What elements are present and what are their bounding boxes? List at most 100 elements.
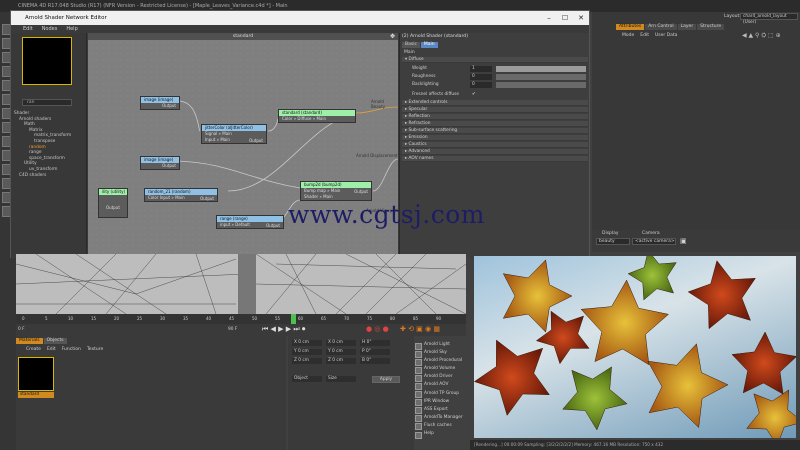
arnold-menu-item[interactable]: Help — [414, 430, 472, 439]
arnold-menu-item[interactable]: Arnold Procedural — [414, 357, 472, 366]
timeline-tick-label: 90 — [436, 316, 442, 321]
tree-item[interactable]: C4D shaders — [14, 173, 86, 179]
fresnel-checkbox[interactable]: ✔ — [472, 91, 476, 98]
section-extended-controls[interactable]: ▸ Extended controls — [402, 100, 588, 106]
arnold-menu-item[interactable]: Arnold Volume — [414, 365, 472, 374]
section-aov-names[interactable]: ▸ AOV names — [402, 156, 588, 162]
tab-structure[interactable]: Structure — [697, 24, 725, 30]
node-standard[interactable]: standard (standard) Color » Diffuse » Ma… — [278, 109, 356, 123]
node-utility[interactable]: ility (utility) Output — [98, 188, 128, 218]
coord-row-y[interactable]: Y 0 cm Y 0 cm P 0° — [292, 349, 394, 355]
close-button[interactable]: ✕ — [573, 11, 589, 25]
display-label: Display — [602, 231, 619, 236]
timeline-tick-label: 10 — [68, 316, 74, 321]
material-label[interactable]: standard — [18, 392, 54, 398]
record-icons[interactable]: ● ◎ ● — [366, 325, 389, 333]
menu-user-data[interactable]: User Data — [655, 33, 677, 38]
section-refraction[interactable]: ▸ Refraction — [402, 121, 588, 127]
arnold-menu-item[interactable]: ArnoldTo Manager — [414, 414, 472, 423]
menu-function[interactable]: Function — [62, 347, 81, 352]
timeline-tick-label: 65 — [321, 316, 327, 321]
menu-mode[interactable]: Mode — [622, 33, 634, 38]
node-random[interactable]: random_21 (random) Color Input » Main Ou… — [144, 188, 218, 202]
display-select[interactable]: beauty — [596, 238, 630, 245]
timeline-tick-label: 40 — [206, 316, 212, 321]
timeline-tick-label: 75 — [367, 316, 373, 321]
timeline-tick-label: 0 — [22, 316, 25, 321]
section-caustics[interactable]: ▸ Caustics — [402, 142, 588, 148]
watermark: www.cgtsj.com — [288, 200, 486, 229]
node-bump2d[interactable]: bump2d (bump2d) Bump map » Main Shader »… — [300, 181, 372, 201]
arnold-menu-item[interactable]: Arnold Light — [414, 341, 472, 350]
arnold-menu-item[interactable]: Flush caches — [414, 422, 472, 431]
menu-help[interactable]: Help — [66, 26, 77, 32]
section-specular[interactable]: ▸ Specular — [402, 107, 588, 113]
minimize-button[interactable]: – — [541, 11, 557, 25]
arnold-menu-item[interactable]: Arnold TP Group — [414, 390, 472, 399]
section-reflection[interactable]: ▸ Reflection — [402, 114, 588, 120]
attribute-nav-icons[interactable]: ◀ ▲ ⚲ ⛭ ⬚ ⊕ — [742, 32, 781, 40]
prop-roughness[interactable]: Roughness 0 — [402, 73, 588, 80]
timeline-tick-label: 85 — [413, 316, 419, 321]
shader-tree: Shader Arnold shaders Math Matrix matrix_tra… — [14, 111, 86, 178]
section-sub-surface-scattering[interactable]: ▸ Sub-surface scattering — [402, 128, 588, 134]
menu-edit[interactable]: Edit — [23, 26, 33, 32]
arnold-menu-item[interactable]: Arnold Sky — [414, 349, 472, 358]
node-jitter-color[interactable]: jitterColor (alJitterColor) Signal » Mai… — [201, 124, 267, 144]
layout-select[interactable]: char4_arnold_layout (User) — [740, 13, 798, 25]
leaf-shape — [687, 260, 756, 330]
timeline-tick-label: 25 — [137, 316, 143, 321]
status-bar: [Rendering...] 00:00:09 Sampling: [3/2/2… — [470, 440, 800, 450]
weight-slider-fill — [496, 65, 586, 72]
camera-icon[interactable]: ▣ — [680, 237, 687, 245]
playback-controls[interactable]: ⏮ ◀ ▶ ▶ ⏭ ⏺ — [262, 325, 305, 334]
node-image-1[interactable]: image (image) Output — [140, 96, 180, 110]
menu-edit[interactable]: Edit — [640, 33, 649, 38]
timeline-tick-label: 80 — [390, 316, 396, 321]
timeline-playhead[interactable] — [291, 314, 296, 324]
viewport[interactable] — [16, 254, 466, 314]
node-editor-menu: Edit Nodes Help — [11, 25, 589, 33]
coord-row-z[interactable]: Z 0 cm Z 0 cm B 0° — [292, 358, 394, 364]
prop-fresnel[interactable]: Fresnel affects diffuse ✔ — [402, 91, 588, 98]
tab-arn-control[interactable]: Arn Control — [645, 24, 677, 30]
section-advanced[interactable]: ▸ Advanced — [402, 149, 588, 155]
apply-button[interactable]: Apply — [372, 376, 400, 383]
prop-weight[interactable]: Weight 1 — [402, 65, 588, 72]
coord-row-x[interactable]: X 0 cm X 0 cm H 0° — [292, 340, 394, 346]
node-image-2[interactable]: image (image) Output — [140, 156, 180, 170]
end-frame[interactable]: 90 F — [228, 327, 237, 332]
tab-materials[interactable]: Materials — [16, 338, 43, 344]
render-image-leaves — [474, 256, 796, 438]
arnold-menu-item[interactable]: Arnold Driver — [414, 373, 472, 382]
menu-texture[interactable]: Texture — [87, 347, 103, 352]
arnold-menu-item[interactable]: ASS Export — [414, 406, 472, 415]
coord-mode[interactable]: Object Size — [292, 376, 360, 382]
tab-objects[interactable]: Objects — [43, 338, 67, 344]
node-range[interactable]: range (range) input » Default Output — [216, 215, 284, 229]
keyframe-icons[interactable]: ✚ ⟲ ▣ ◉ ▦ — [400, 325, 440, 333]
camera-select[interactable]: <active camera> — [632, 238, 676, 245]
prop-backlighting[interactable]: Backlighting 0 — [402, 81, 588, 88]
viewport-wireframe — [16, 254, 466, 314]
menu-edit[interactable]: Edit — [47, 347, 56, 352]
tab-main[interactable]: Main — [420, 42, 438, 48]
menu-nodes[interactable]: Nodes — [42, 26, 58, 32]
tab-basic[interactable]: Basic — [402, 42, 420, 48]
arnold-menu-item[interactable]: Arnold AOV — [414, 381, 472, 391]
timeline-tick-label: 15 — [91, 316, 97, 321]
material-swatch[interactable] — [18, 357, 54, 391]
menu-create[interactable]: Create — [26, 347, 41, 352]
material-menu: Create Edit Function Texture — [26, 347, 109, 352]
section-emission[interactable]: ▸ Emission — [402, 135, 588, 141]
leaf-shape — [562, 366, 628, 431]
arnold-menu-item[interactable]: IPR Window — [414, 398, 472, 407]
start-frame[interactable]: 0 F — [18, 327, 25, 332]
render-view[interactable] — [474, 256, 796, 438]
timeline[interactable]: 0 5 10 15 20 25 30 35 40 45 50 55 60 65 70 75 80 85 90 — [16, 314, 466, 324]
section-diffuse[interactable]: ▾ Diffuse — [402, 57, 588, 63]
shader-search-input[interactable]: ran — [22, 99, 72, 106]
tab-attributes[interactable]: Attributes — [616, 24, 645, 30]
maximize-button[interactable]: ☐ — [557, 11, 573, 25]
tab-layer[interactable]: Layer — [677, 24, 697, 30]
